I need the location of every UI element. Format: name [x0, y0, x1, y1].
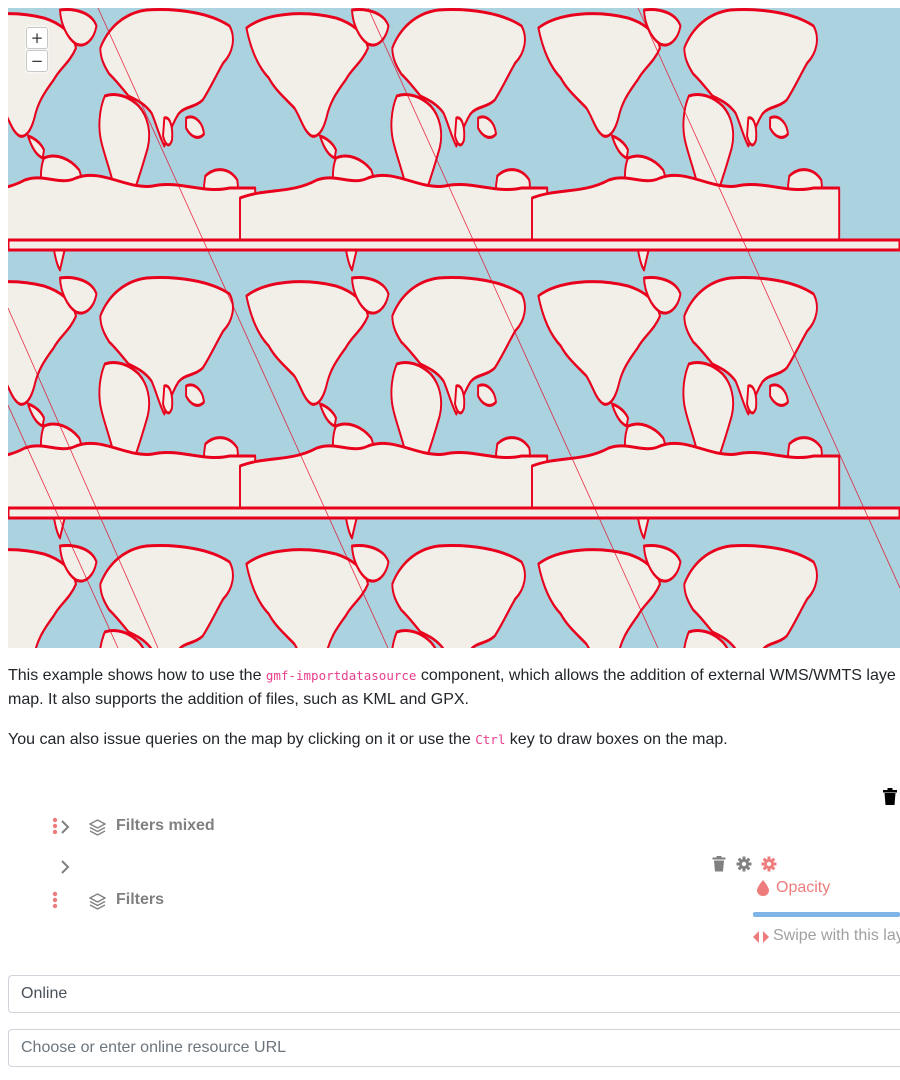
layer-group-label[interactable]: Filters	[116, 891, 164, 909]
gear-icon[interactable]	[736, 856, 752, 872]
description-text: You can also issue queries on the map by…	[8, 731, 476, 748]
description-paragraph-1: This example shows how to use the gmf-im…	[8, 664, 896, 688]
online-url-input[interactable]	[8, 1029, 900, 1067]
zoom-in-button[interactable]: +	[26, 27, 48, 49]
zoom-control: + −	[25, 25, 49, 74]
layers-icon	[89, 893, 106, 910]
chevron-right-icon[interactable]	[60, 859, 70, 875]
opacity-label: Opacity	[776, 879, 831, 896]
drag-handle-icon[interactable]	[52, 817, 58, 835]
drag-handle-icon[interactable]	[52, 891, 58, 909]
layers-icon	[89, 819, 106, 836]
ctrl-key-code: Ctrl	[475, 732, 506, 747]
map-viewport[interactable]: + −	[8, 8, 900, 648]
swipe-label[interactable]: Swipe with this lay	[773, 927, 900, 945]
antarctica-band	[8, 506, 900, 520]
description-text: component, which allows the addition of …	[416, 667, 896, 684]
trash-icon[interactable]	[712, 856, 726, 872]
swipe-arrows-icon	[753, 931, 769, 943]
component-name-code: gmf-importdatasource	[265, 668, 417, 683]
map-canvas[interactable]	[8, 8, 900, 648]
opacity-drop-icon	[757, 880, 769, 896]
description-paragraph-1-line-2: map. It also supports the addition of fi…	[8, 691, 469, 708]
chevron-right-icon[interactable]	[60, 819, 70, 835]
antarctica-band	[8, 238, 900, 252]
zoom-out-button[interactable]: −	[26, 50, 48, 72]
description-text: This example shows how to use the	[8, 667, 266, 684]
description-text: key to draw boxes on the map.	[505, 731, 728, 748]
opacity-slider[interactable]	[753, 912, 900, 917]
description-paragraph-2: You can also issue queries on the map by…	[8, 728, 728, 752]
gear-active-icon[interactable]	[761, 856, 777, 872]
layer-group-label[interactable]: Filters mixed	[116, 817, 215, 835]
trash-icon[interactable]	[882, 788, 898, 806]
source-type-input[interactable]	[8, 975, 900, 1013]
